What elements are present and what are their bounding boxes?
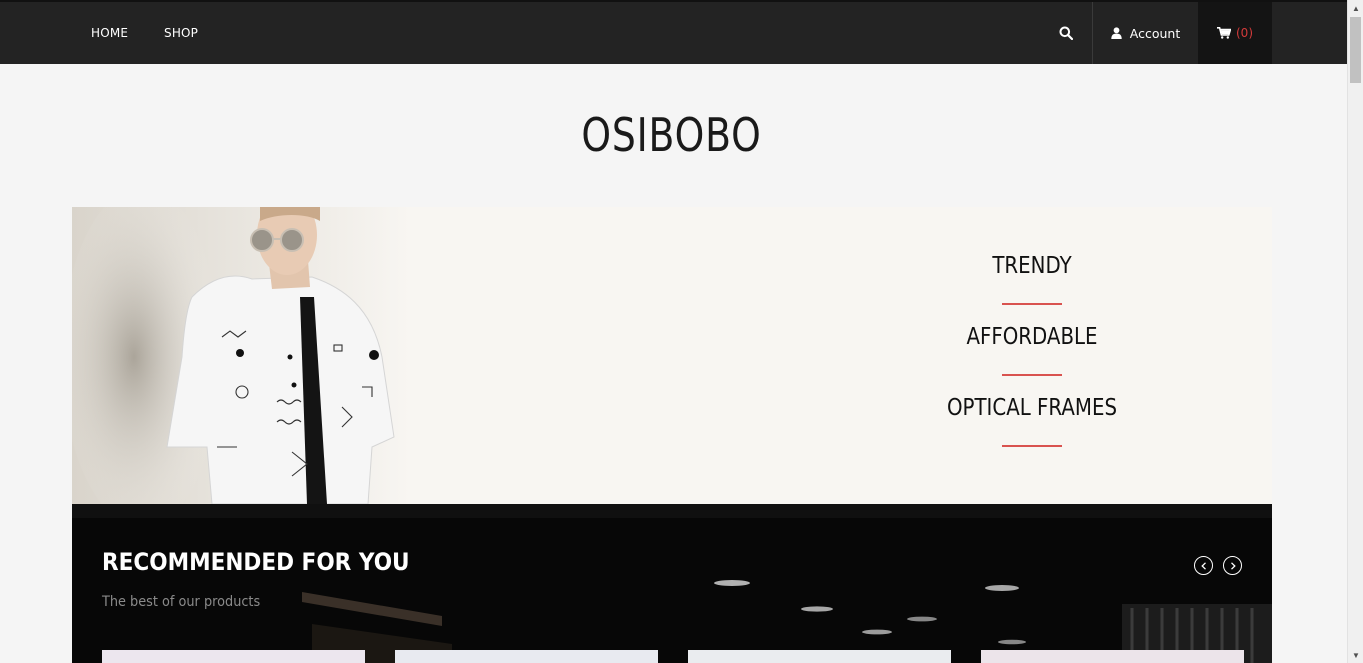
hero-banner[interactable]: TRENDY AFFORDABLE OPTICAL FRAMES: [72, 207, 1272, 504]
chevron-left-icon: [1200, 561, 1206, 570]
chevron-right-icon: [1230, 561, 1236, 570]
product-card[interactable]: [688, 650, 951, 663]
recommended-section: RECOMMENDED FOR YOU The best of our prod…: [72, 504, 1272, 663]
carousel-prev-button[interactable]: [1194, 556, 1213, 575]
user-icon: [1111, 27, 1122, 39]
scroll-down-arrow-icon[interactable]: ▼: [1348, 647, 1363, 663]
top-navigation-bar: HOME SHOP Account (0): [0, 0, 1347, 64]
nav-shop-link[interactable]: SHOP: [164, 2, 198, 64]
hero-line-trendy: TRENDY: [992, 253, 1072, 279]
page-scrollbar[interactable]: ▲ ▼: [1347, 0, 1363, 663]
hero-line-affordable: AFFORDABLE: [966, 324, 1098, 350]
hero-tagline: TRENDY AFFORDABLE OPTICAL FRAMES: [892, 207, 1172, 504]
account-label: Account: [1129, 25, 1181, 41]
store-interior-background: [72, 504, 1272, 663]
cart-button[interactable]: (0): [1198, 2, 1272, 64]
cart-count: (0): [1236, 26, 1253, 40]
hero-divider: [1002, 303, 1062, 305]
search-icon: [1059, 26, 1073, 40]
hero-divider: [1002, 374, 1062, 376]
scroll-up-arrow-icon[interactable]: ▲: [1348, 0, 1363, 16]
section-title: RECOMMENDED FOR YOU: [102, 548, 410, 576]
hero-line-optical-frames: OPTICAL FRAMES: [946, 395, 1118, 421]
cart-icon: [1217, 27, 1231, 39]
search-button[interactable]: [1040, 2, 1092, 64]
carousel-next-button[interactable]: [1223, 556, 1242, 575]
hero-model-image: [72, 207, 412, 504]
account-button[interactable]: Account: [1092, 2, 1198, 64]
product-card[interactable]: [102, 650, 365, 663]
nav-home-link[interactable]: HOME: [91, 2, 128, 64]
site-logo[interactable]: OSIBOBO: [121, 108, 1222, 162]
scrollbar-thumb[interactable]: [1350, 17, 1361, 83]
hero-divider: [1002, 445, 1062, 447]
section-subtitle: The best of our products: [102, 594, 261, 610]
product-card[interactable]: [395, 650, 658, 663]
product-card[interactable]: [981, 650, 1244, 663]
